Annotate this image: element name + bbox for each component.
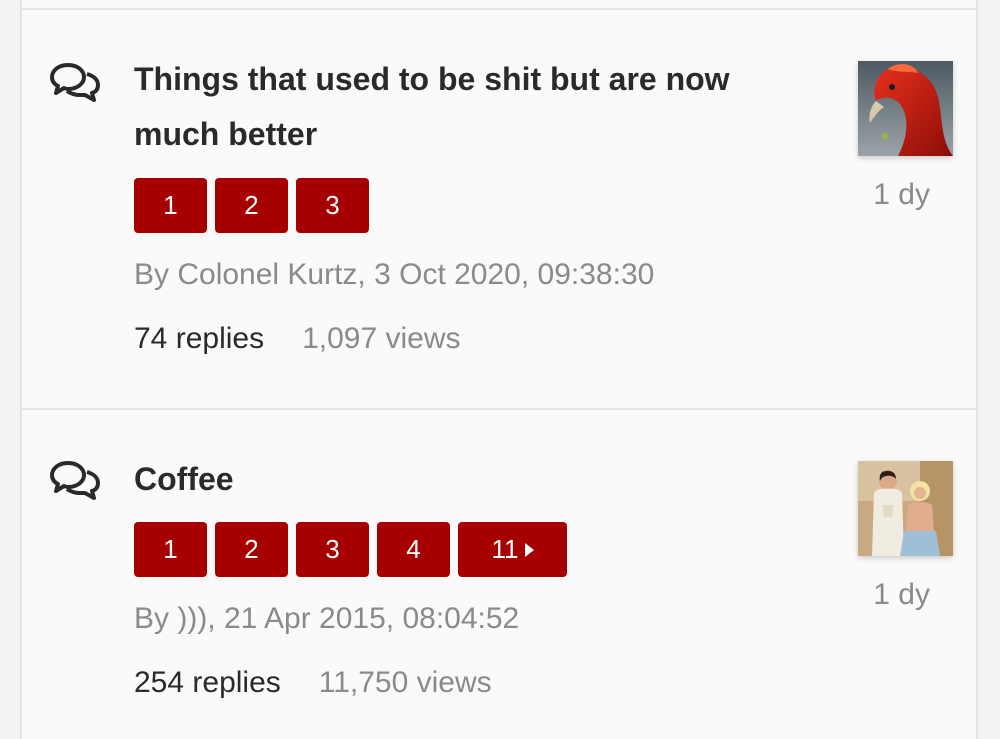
- page-button-1[interactable]: 1: [134, 178, 207, 233]
- page-button-3[interactable]: 3: [296, 522, 369, 577]
- topic-byline: By Colonel Kurtz, 3 Oct 2020, 09:38:30: [134, 258, 655, 291]
- last-page-label: 11: [491, 534, 519, 564]
- topic-title[interactable]: Things that used to be shit but are now …: [134, 52, 794, 162]
- last-activity-age: 1 dy: [873, 178, 930, 211]
- last-page-button[interactable]: 11: [458, 522, 567, 577]
- page-button-4[interactable]: 4: [377, 522, 450, 577]
- topic-title[interactable]: Coffee: [134, 452, 794, 507]
- views-count: 1,097 views: [302, 322, 461, 355]
- replies-count: 254 replies: [134, 666, 281, 699]
- page-button-1[interactable]: 1: [134, 522, 207, 577]
- topic-list: Things that used to be shit but are now …: [20, 0, 978, 739]
- avatar[interactable]: [858, 61, 953, 156]
- avatar[interactable]: [858, 461, 953, 556]
- speech-bubbles-icon: [50, 63, 100, 102]
- topic-row[interactable]: Coffee 1 2 3 4 11 By ))), 21 Apr 2015, 0…: [22, 410, 976, 739]
- topic-stats: 74 replies 1,097 views: [134, 322, 461, 356]
- replies-count: 74 replies: [134, 322, 265, 355]
- page-button-3[interactable]: 3: [296, 178, 369, 233]
- avatar-image: [858, 61, 953, 156]
- topic-row[interactable]: Things that used to be shit but are now …: [22, 10, 976, 410]
- topic-byline: By ))), 21 Apr 2015, 08:04:52: [134, 602, 520, 635]
- page-button-2[interactable]: 2: [215, 178, 288, 233]
- avatar-image: [858, 461, 953, 556]
- page-button-2[interactable]: 2: [215, 522, 288, 577]
- views-count: 11,750 views: [318, 666, 492, 699]
- pagination: 1 2 3 4 11: [134, 522, 567, 577]
- topic-stats: 254 replies 11,750 views: [134, 666, 492, 700]
- last-activity-age: 1 dy: [873, 578, 930, 611]
- pagination: 1 2 3: [134, 178, 369, 233]
- speech-bubbles-icon: [50, 461, 100, 500]
- play-arrow-icon: [524, 542, 534, 557]
